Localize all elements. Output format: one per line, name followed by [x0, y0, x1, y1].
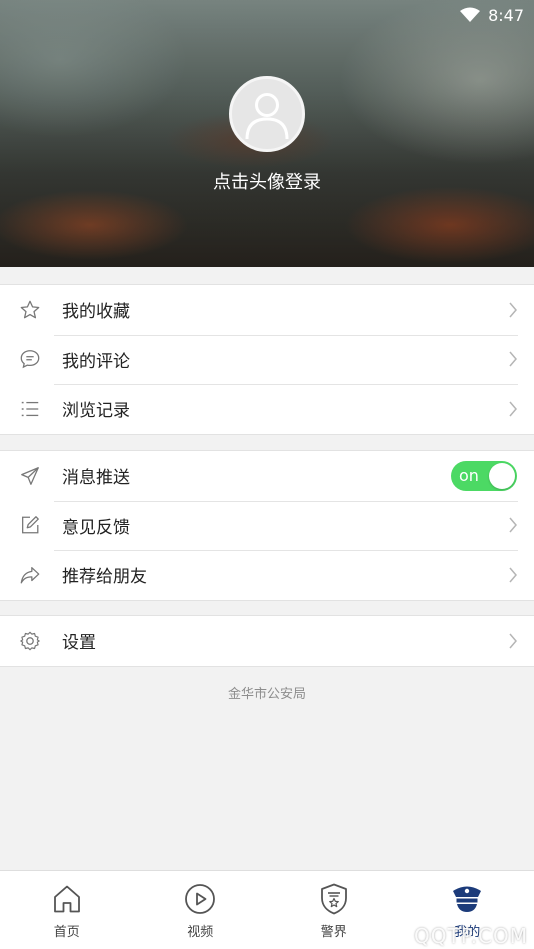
menu-item-recommend[interactable]: 推荐给朋友	[0, 550, 534, 600]
chevron-right-icon	[509, 351, 517, 367]
chevron-right-icon	[509, 567, 517, 583]
chevron-right-icon	[509, 401, 517, 417]
profile-header: 8:47 点击头像登录	[0, 0, 534, 267]
nav-tab-home[interactable]: 首页	[0, 871, 134, 949]
organization-footer: 金华市公安局	[227, 687, 306, 702]
chevron-right-icon	[509, 302, 517, 318]
send-icon	[21, 466, 39, 485]
login-prompt[interactable]: 点击头像登录	[0, 168, 534, 194]
menu-item-label: 我的评论	[62, 351, 130, 372]
nav-label: 首页	[53, 925, 80, 940]
menu-group-app: 消息推送 on 意见反馈 推荐给朋友	[0, 450, 534, 601]
police-cap-icon	[453, 886, 482, 912]
menu-group-settings: 设置	[0, 615, 534, 667]
nav-label: 警界	[320, 925, 347, 940]
share-icon	[20, 566, 40, 584]
status-time: 8:47	[488, 5, 524, 25]
watermark: QQTP.COM	[414, 924, 528, 948]
chevron-right-icon	[509, 517, 517, 533]
play-icon	[185, 884, 216, 914]
edit-icon	[22, 516, 39, 534]
menu-item-history[interactable]: 浏览记录	[0, 384, 534, 434]
police-badge-icon	[320, 883, 347, 915]
menu-item-push-notifications: 消息推送 on	[0, 451, 534, 501]
toggle-knob	[489, 462, 515, 489]
nav-tab-video[interactable]: 视频	[134, 871, 268, 949]
menu-group-personal: 我的收藏 我的评论 浏览记录	[0, 284, 534, 435]
list-icon	[21, 401, 39, 416]
home-icon	[53, 885, 80, 913]
menu-item-label: 我的收藏	[62, 302, 130, 323]
comment-icon	[20, 350, 40, 369]
menu-item-label: 消息推送	[62, 468, 130, 489]
menu-item-label: 意见反馈	[62, 517, 130, 538]
user-icon	[245, 93, 289, 140]
toggle-state-text: on	[459, 466, 479, 486]
menu-item-label: 推荐给朋友	[62, 567, 147, 588]
push-notification-toggle[interactable]: on	[451, 460, 517, 491]
menu-item-label: 设置	[62, 633, 96, 654]
menu-item-favorites[interactable]: 我的收藏	[0, 285, 534, 335]
menu-item-comments[interactable]: 我的评论	[0, 334, 534, 385]
status-bar: 8:47	[0, 0, 534, 30]
menu-item-label: 浏览记录	[62, 401, 130, 422]
star-icon	[20, 300, 40, 319]
chevron-right-icon	[509, 633, 517, 649]
menu-item-settings[interactable]: 设置	[0, 616, 534, 666]
gear-icon	[20, 631, 40, 651]
nav-label: 视频	[187, 925, 214, 940]
nav-tab-police-world[interactable]: 警界	[267, 871, 401, 949]
avatar[interactable]	[229, 76, 305, 152]
menu-item-feedback[interactable]: 意见反馈	[0, 500, 534, 551]
wifi-icon	[460, 7, 481, 22]
